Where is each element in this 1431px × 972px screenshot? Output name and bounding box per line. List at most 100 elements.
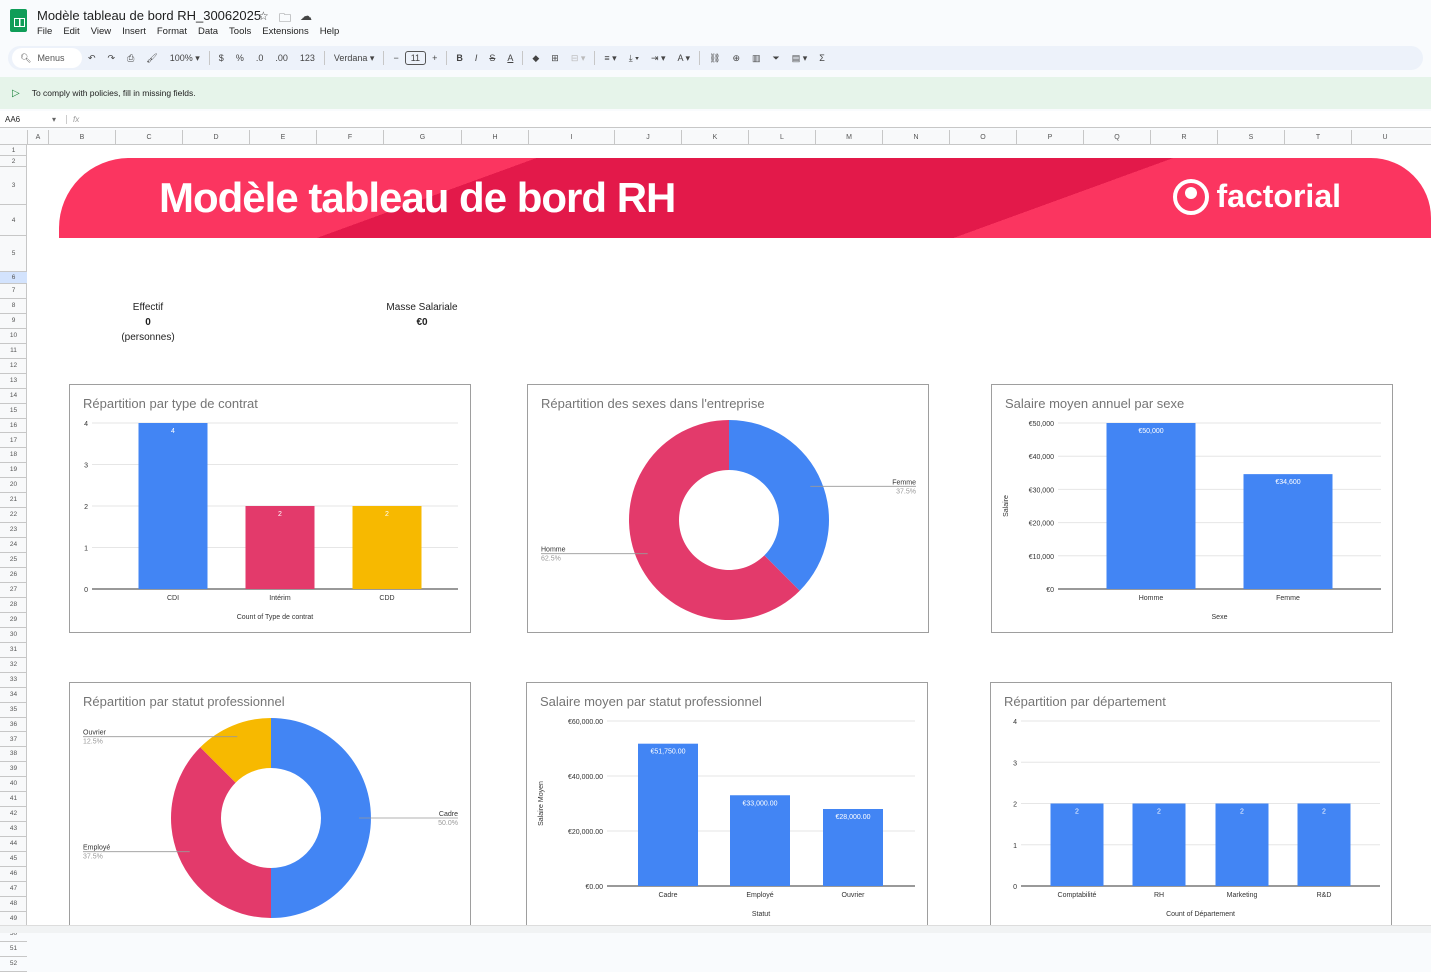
row-header[interactable]: 5 (0, 236, 27, 272)
menu-edit[interactable]: Edit (63, 26, 79, 37)
font-select[interactable]: Verdana ▾ (334, 53, 375, 64)
row-header[interactable]: 29 (0, 613, 27, 628)
row-header[interactable]: 3 (0, 167, 27, 205)
row-header[interactable]: 10 (0, 329, 27, 344)
insert-comment-icon[interactable]: ⊕ (732, 53, 740, 64)
chart-departement[interactable]: Répartition par département 0 1 2 3 4 2 Comptab… (990, 682, 1392, 925)
column-header[interactable]: I (528, 130, 614, 145)
column-header[interactable]: E (249, 130, 316, 145)
column-header[interactable]: H (461, 130, 528, 145)
row-header[interactable]: 23 (0, 523, 27, 539)
row-header[interactable]: 16 (0, 419, 27, 434)
row-header[interactable]: 30 (0, 628, 27, 643)
row-header[interactable]: 43 (0, 822, 27, 838)
column-header[interactable]: T (1284, 130, 1351, 145)
row-header[interactable]: 31 (0, 643, 27, 658)
italic-icon[interactable]: I (475, 53, 478, 63)
column-header[interactable]: D (182, 130, 249, 145)
fill-color-icon[interactable]: ◆ (532, 53, 539, 64)
cloud-status-icon[interactable]: ☁ (300, 9, 312, 23)
formula-input[interactable] (79, 111, 1431, 127)
zoom-select[interactable]: 100% ▾ (170, 53, 200, 64)
filter-views-icon[interactable]: ▤ ▾ (792, 53, 808, 64)
row-header[interactable]: 9 (0, 314, 27, 329)
menu-extensions[interactable]: Extensions (262, 26, 308, 37)
increase-decimal-button[interactable]: .00 (275, 53, 288, 63)
row-header[interactable]: 52 (0, 957, 27, 972)
row-header[interactable]: 1 (0, 145, 27, 156)
column-header[interactable]: G (383, 130, 461, 145)
column-header[interactable]: U (1351, 130, 1418, 145)
row-header[interactable]: 21 (0, 493, 27, 509)
text-color-icon[interactable]: A (507, 53, 513, 63)
row-header[interactable]: 47 (0, 882, 27, 897)
row-header[interactable]: 7 (0, 284, 27, 299)
row-header[interactable]: 33 (0, 673, 27, 688)
chart-type-contrat[interactable]: Répartition par type de contrat 0 1 2 3 4 4 CDI… (69, 384, 471, 633)
row-header[interactable]: 20 (0, 478, 27, 494)
row-header[interactable]: 48 (0, 897, 27, 912)
sheets-logo-icon[interactable] (10, 9, 27, 32)
menu-format[interactable]: Format (157, 26, 187, 37)
row-header[interactable]: 38 (0, 747, 27, 763)
row-header[interactable]: 8 (0, 299, 27, 314)
row-header[interactable]: 41 (0, 792, 27, 808)
menu-help[interactable]: Help (320, 26, 340, 37)
undo-icon[interactable]: ↶ (88, 53, 96, 64)
column-header[interactable]: F (316, 130, 383, 145)
chart-sexes[interactable]: Répartition des sexes dans l'entreprise F… (527, 384, 929, 633)
paint-format-icon[interactable]: 🖌︎ (146, 53, 157, 64)
row-header[interactable]: 14 (0, 389, 27, 404)
row-header[interactable]: 11 (0, 344, 27, 359)
percent-button[interactable]: % (236, 53, 244, 63)
merge-cells-icon[interactable]: ⊟ ▾ (571, 53, 586, 64)
strikethrough-icon[interactable]: S (489, 53, 495, 63)
row-header[interactable]: 13 (0, 374, 27, 389)
column-header[interactable]: P (1016, 130, 1083, 145)
policy-banner-text[interactable]: To comply with policies, fill in missing… (32, 88, 196, 98)
decrease-font-size-icon[interactable]: − (393, 53, 398, 63)
chart-statut[interactable]: Répartition par statut professionnel Cadr… (69, 682, 471, 925)
menu-insert[interactable]: Insert (122, 26, 146, 37)
chart-salaire-sexe[interactable]: Salaire moyen annuel par sexe €0 €10,000 €2… (991, 384, 1393, 633)
name-box-dropdown-icon[interactable]: ▾ (52, 115, 56, 124)
horizontal-align-icon[interactable]: ≡ ▾ (604, 53, 616, 64)
more-formats-button[interactable]: 123 (300, 53, 315, 63)
print-icon[interactable]: ⎙ (127, 53, 134, 64)
row-header[interactable]: 19 (0, 463, 27, 479)
menu-view[interactable]: View (91, 26, 111, 37)
menu-file[interactable]: File (37, 26, 52, 37)
document-title[interactable]: Modèle tableau de bord RH_30062025 (37, 8, 261, 23)
row-header[interactable]: 46 (0, 867, 27, 882)
row-header[interactable]: 37 (0, 733, 27, 748)
row-header[interactable]: 28 (0, 598, 27, 613)
row-header[interactable]: 18 (0, 448, 27, 464)
font-size-input[interactable]: 11 (404, 51, 427, 65)
column-header[interactable]: Q (1083, 130, 1150, 145)
row-header[interactable]: 45 (0, 852, 27, 868)
row-header[interactable]: 44 (0, 837, 27, 853)
search-menus[interactable]: 🔍︎ Menus (12, 48, 82, 68)
redo-icon[interactable]: ↷ (108, 53, 116, 64)
row-header[interactable]: 6 (0, 272, 27, 284)
increase-font-size-icon[interactable]: + (432, 53, 437, 63)
filter-icon[interactable]: ⏷ (773, 53, 780, 64)
row-header[interactable]: 40 (0, 777, 27, 793)
row-header[interactable]: 2 (0, 156, 27, 167)
borders-icon[interactable]: ⊞ (551, 53, 559, 64)
column-header[interactable]: A (27, 130, 48, 145)
chart-salaire-statut[interactable]: Salaire moyen par statut professionnel €0… (526, 682, 928, 925)
currency-button[interactable]: $ (219, 53, 224, 63)
row-header[interactable]: 39 (0, 762, 27, 778)
bold-icon[interactable]: B (456, 53, 463, 63)
row-header[interactable]: 35 (0, 703, 27, 718)
row-header[interactable]: 4 (0, 205, 27, 236)
column-header[interactable]: R (1150, 130, 1217, 145)
row-header[interactable]: 32 (0, 658, 27, 673)
text-wrap-icon[interactable]: ⇥ ▾ (651, 53, 666, 64)
column-header[interactable]: O (949, 130, 1016, 145)
column-header[interactable]: M (815, 130, 882, 145)
row-header[interactable]: 24 (0, 538, 27, 554)
insert-chart-icon[interactable]: ▥ (752, 53, 761, 64)
row-header[interactable]: 25 (0, 553, 27, 569)
